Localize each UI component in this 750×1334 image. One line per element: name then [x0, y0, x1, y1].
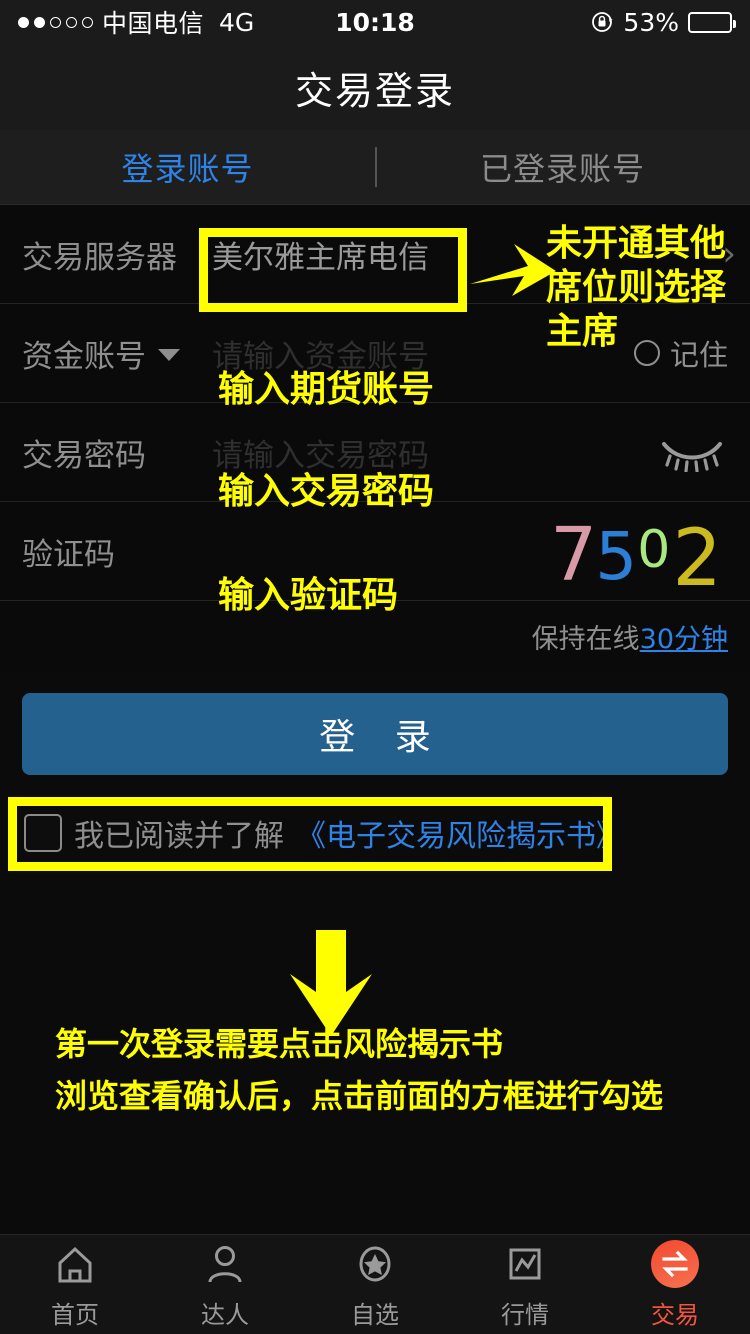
login-button-container: 登 录: [0, 671, 750, 775]
keep-online-label: 保持在线: [531, 623, 640, 655]
captcha-image[interactable]: 7 5 0 2: [550, 512, 728, 598]
chevron-down-icon[interactable]: [158, 349, 180, 361]
password-annotation-text: 输入交易密码: [218, 471, 435, 512]
person-icon: [202, 1240, 248, 1288]
tabbar-label-trade: 交易: [651, 1300, 699, 1329]
carrier-name: 中国电信: [102, 9, 205, 38]
home-icon: [52, 1240, 98, 1288]
captcha-label: 验证码: [22, 536, 115, 573]
server-annotation-arrow: [470, 244, 556, 296]
agreement-zone: 我已阅读并了解 《电子交易风险揭示书》: [0, 797, 750, 885]
keep-online-duration-link[interactable]: 30分钟: [640, 617, 728, 656]
tabbar-item-expert[interactable]: 达人: [150, 1240, 300, 1330]
server-annotation-text: 未开通其他席位则选择主席: [546, 223, 727, 352]
battery-icon: [688, 11, 736, 33]
account-annotation-text: 输入期货账号: [218, 369, 435, 410]
captcha-digit-4: 2: [672, 514, 722, 604]
captcha-digit-3: 0: [637, 520, 671, 580]
tabbar-label-home: 首页: [51, 1300, 99, 1329]
bottom-annotation-text: 第一次登录需要点击风险揭示书 浏览查看确认后，点击前面的方框进行勾选: [55, 1018, 745, 1122]
battery-percent: 53%: [623, 7, 679, 37]
bottom-tab-bar: 首页 达人 自选 行情 交易: [0, 1234, 750, 1334]
signal-strength-icon: [18, 16, 93, 28]
bottom-annotation-line-1: 第一次登录需要点击风险揭示书: [55, 1025, 504, 1063]
status-bar: 中国电信 4G 10:18 53%: [0, 0, 750, 44]
tabbar-item-home[interactable]: 首页: [0, 1240, 150, 1330]
network-type: 4G: [219, 7, 255, 37]
tabbar-item-trade[interactable]: 交易: [600, 1239, 750, 1330]
trade-password-label: 交易密码: [22, 437, 146, 474]
exchange-icon: [651, 1239, 699, 1288]
tabbar-item-quotes[interactable]: 行情: [450, 1240, 600, 1330]
captcha-digit-2: 5: [595, 518, 638, 595]
fund-account-label-text: 资金账号: [22, 338, 146, 375]
star-circle-icon: [352, 1240, 398, 1288]
login-button[interactable]: 登 录: [22, 693, 728, 775]
agreement-highlight-box: [8, 797, 612, 871]
tab-login-account[interactable]: 登录账号: [0, 144, 375, 190]
bottom-annotation-line-2: 浏览查看确认后，点击前面的方框进行勾选: [55, 1077, 664, 1115]
captcha-digit-1: 7: [550, 512, 598, 598]
chart-square-icon: [502, 1240, 548, 1288]
page-title: 交易登录: [294, 68, 455, 113]
rotation-lock-icon: [590, 10, 614, 34]
eye-closed-icon[interactable]: [656, 432, 728, 473]
tabbar-label-expert: 达人: [201, 1300, 249, 1329]
fund-account-label: 资金账号: [22, 331, 212, 376]
tab-divider: [375, 147, 377, 187]
navigation-bar: 交易登录: [0, 44, 750, 130]
tabbar-label-quotes: 行情: [501, 1300, 549, 1329]
tabbar-label-watchlist: 自选: [351, 1300, 399, 1329]
tab-bar: 登录账号 已登录账号: [0, 130, 750, 205]
status-bar-right: 53%: [590, 7, 736, 37]
tab-logged-account[interactable]: 已登录账号: [375, 144, 750, 190]
server-highlight-box: [199, 228, 467, 312]
captcha-annotation-text: 输入验证码: [218, 575, 399, 616]
trade-server-label: 交易服务器: [22, 239, 177, 276]
tabbar-item-watchlist[interactable]: 自选: [300, 1240, 450, 1330]
status-bar-left: 中国电信 4G: [18, 4, 254, 40]
